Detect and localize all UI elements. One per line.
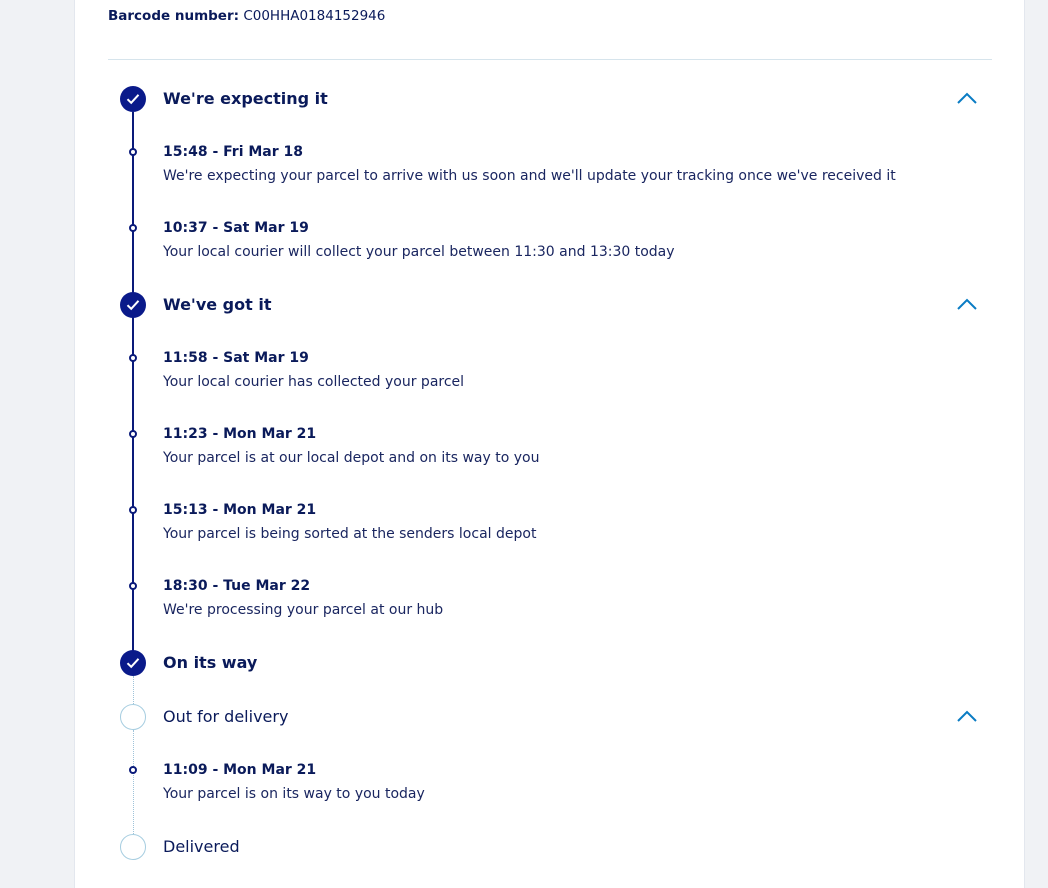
chevron-up-icon[interactable]: [956, 297, 978, 311]
stage-title: On its way: [163, 653, 258, 672]
event-dot: [129, 354, 137, 362]
barcode-label: Barcode number:: [108, 8, 240, 24]
chevron-up-icon[interactable]: [956, 709, 978, 723]
stage-pending-circle-icon: [120, 834, 146, 860]
event-time: 11:09 - Mon Mar 21: [163, 762, 317, 778]
stage-complete-check-icon: [120, 86, 146, 112]
stage-title: Delivered: [163, 837, 240, 856]
event-dot: [129, 430, 137, 438]
barcode-row: Barcode number: C00HHA0184152946: [108, 8, 385, 24]
event-description: We're processing your parcel at our hub: [163, 602, 444, 618]
event-dot: [129, 224, 137, 232]
tracking-card: Barcode number: C00HHA0184152946 We're e…: [74, 0, 1025, 888]
event-description: Your local courier has collected your pa…: [163, 374, 465, 390]
event-time: 11:58 - Sat Mar 19: [163, 350, 309, 366]
event-time: 18:30 - Tue Mar 22: [163, 578, 311, 594]
event-dot: [129, 148, 137, 156]
stage-complete-check-icon: [120, 292, 146, 318]
event-dot: [129, 582, 137, 590]
event-description: Your parcel is at our local depot and on…: [163, 450, 540, 466]
timeline-line-pending: [133, 730, 134, 834]
event-description: Your parcel is being sorted at the sende…: [163, 526, 537, 542]
barcode-value: C00HHA0184152946: [243, 8, 386, 24]
stage-title: Out for delivery: [163, 707, 289, 726]
timeline-line-completed: [132, 112, 134, 663]
chevron-up-icon[interactable]: [956, 91, 978, 105]
event-time: 15:48 - Fri Mar 18: [163, 144, 304, 160]
divider: [108, 59, 992, 60]
event-description: Your local courier will collect your par…: [163, 244, 675, 260]
event-time: 11:23 - Mon Mar 21: [163, 426, 317, 442]
stage-pending-circle-icon: [120, 704, 146, 730]
event-time: 15:13 - Mon Mar 21: [163, 502, 317, 518]
stage-title: We've got it: [163, 295, 272, 314]
event-dot: [129, 506, 137, 514]
timeline-line-pending: [133, 676, 134, 704]
event-description: We're expecting your parcel to arrive wi…: [163, 168, 896, 184]
event-dot: [129, 766, 137, 774]
event-time: 10:37 - Sat Mar 19: [163, 220, 309, 236]
event-description: Your parcel is on its way to you today: [163, 786, 425, 802]
stage-complete-check-icon: [120, 650, 146, 676]
stage-title: We're expecting it: [163, 89, 328, 108]
